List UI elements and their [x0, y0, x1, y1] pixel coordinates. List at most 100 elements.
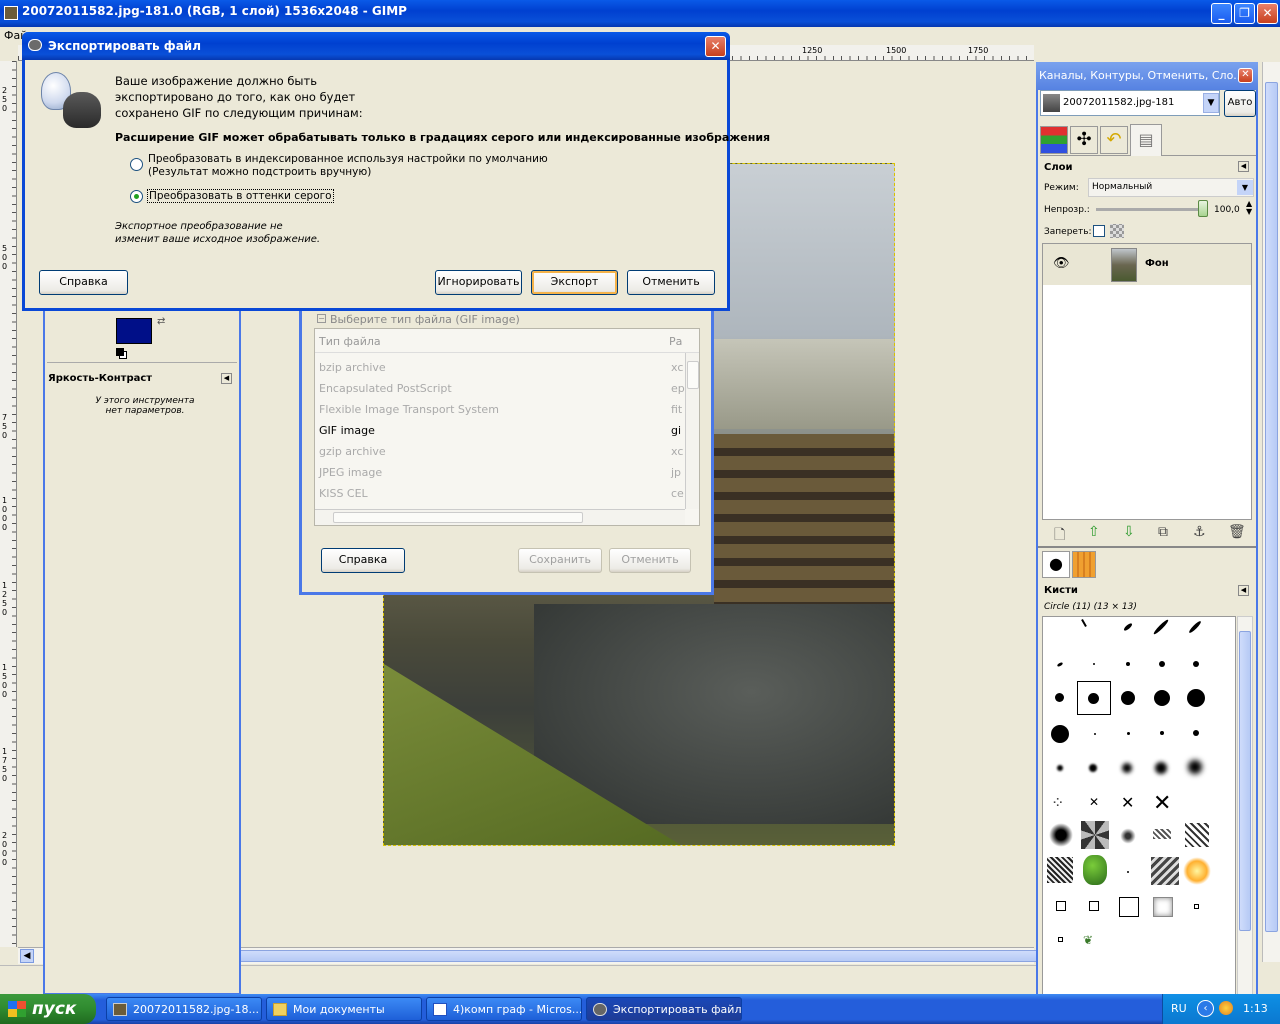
brushes-vscrollbar[interactable]: [1237, 616, 1253, 996]
brush-item[interactable]: [1083, 855, 1107, 885]
tab-channels[interactable]: ▤: [1130, 124, 1162, 156]
export-button[interactable]: Экспорт: [531, 270, 618, 295]
brush-item[interactable]: [1049, 823, 1073, 847]
brush-item[interactable]: [1127, 732, 1130, 735]
brush-item[interactable]: [1153, 829, 1171, 839]
brush-item[interactable]: [1089, 764, 1097, 772]
tab-brushes[interactable]: ●: [1042, 551, 1070, 578]
layers-list[interactable]: 👁 Фон: [1042, 243, 1252, 520]
brush-item[interactable]: ✕: [1153, 791, 1171, 816]
brush-item[interactable]: [1058, 937, 1063, 942]
brush-item[interactable]: [1094, 733, 1096, 735]
option-grayscale-radio[interactable]: [130, 190, 143, 203]
option-indexed-radio[interactable]: [130, 158, 143, 171]
brush-item[interactable]: ✕: [1121, 793, 1134, 812]
brush-item[interactable]: [1089, 901, 1099, 911]
taskbar-item-gimp[interactable]: 20072011582.jpg-18...: [106, 997, 262, 1021]
main-vscroll-thumb[interactable]: [1265, 82, 1278, 932]
mode-select[interactable]: Нормальный ▼: [1088, 178, 1254, 197]
eye-icon[interactable]: 👁: [1053, 256, 1070, 271]
list-vscroll-thumb[interactable]: [687, 361, 699, 389]
tab-undo[interactable]: ↶: [1100, 126, 1128, 154]
brush-item[interactable]: [1056, 661, 1064, 668]
list-item[interactable]: Encapsulated PostScript ep: [319, 382, 685, 395]
duplicate-layer-icon[interactable]: ⧉: [1158, 524, 1168, 540]
option-indexed-label[interactable]: Преобразовать в индексированное использу…: [148, 153, 548, 179]
option-grayscale-label[interactable]: Преобразовать в оттенки серого: [147, 189, 334, 203]
lock-pixels-checkbox[interactable]: [1093, 225, 1105, 237]
brush-item[interactable]: [1187, 689, 1205, 707]
default-colors-icon[interactable]: [116, 348, 124, 356]
anchor-layer-icon[interactable]: ⚓: [1193, 524, 1206, 540]
opacity-slider[interactable]: [1096, 208, 1204, 211]
fg-color-swatch[interactable]: [116, 318, 152, 344]
brush-item[interactable]: [1188, 760, 1202, 774]
brush-item[interactable]: [1160, 731, 1164, 735]
list-item[interactable]: gzip archive xc: [319, 445, 683, 458]
export-close-icon[interactable]: ✕: [705, 36, 726, 57]
brush-item[interactable]: [1051, 725, 1069, 743]
save-button[interactable]: Сохранить: [518, 548, 602, 573]
tray-arrow-icon[interactable]: ‹: [1197, 1000, 1214, 1017]
brush-item[interactable]: [1088, 693, 1099, 704]
filetype-expander-icon[interactable]: −: [317, 314, 326, 323]
clock[interactable]: 1:13: [1243, 1002, 1268, 1015]
brush-item[interactable]: [1121, 691, 1135, 705]
brush-item[interactable]: [1154, 690, 1170, 706]
chevron-down-icon[interactable]: ▼: [1237, 180, 1253, 195]
list-item[interactable]: JPEG image jp: [319, 466, 681, 479]
list-hscrollbar[interactable]: [315, 509, 685, 525]
list-item[interactable]: Flexible Image Transport System fit: [319, 403, 682, 416]
taskbar-item-documents[interactable]: Мои документы: [266, 997, 422, 1021]
list-header[interactable]: Тип файла Ра: [315, 329, 699, 353]
scroll-left-icon[interactable]: ◀: [20, 949, 34, 963]
scroll-thumb[interactable]: [238, 950, 1038, 962]
brush-item[interactable]: [1122, 763, 1132, 773]
image-selector[interactable]: 20072011582.jpg-181 ▼: [1040, 90, 1220, 116]
layers-menu-icon[interactable]: ◀: [1238, 161, 1249, 172]
delete-layer-icon[interactable]: 🗑: [1228, 524, 1246, 540]
brush-item[interactable]: [1187, 619, 1203, 635]
lower-layer-icon[interactable]: ⇩: [1123, 524, 1135, 540]
auto-button[interactable]: Авто: [1224, 90, 1256, 117]
save-cancel-button[interactable]: Отменить: [609, 548, 691, 573]
dock-title-bar[interactable]: Каналы, Контуры, Отменить, Сло... ✕: [1036, 62, 1258, 90]
network-icon[interactable]: [1219, 1001, 1233, 1015]
brush-item[interactable]: [1153, 897, 1173, 917]
list-item[interactable]: KISS CEL ce: [319, 487, 684, 500]
lock-alpha-icon[interactable]: [1110, 224, 1124, 238]
start-button[interactable]: пуск: [0, 994, 96, 1024]
swap-colors-icon[interactable]: ⇄: [157, 316, 165, 327]
taskbar-item-export[interactable]: Экспортировать файл: [586, 997, 742, 1021]
new-layer-icon[interactable]: 🗋: [1054, 524, 1065, 548]
save-help-button[interactable]: Справка: [321, 548, 405, 573]
chevron-down-icon[interactable]: ▼: [1203, 93, 1219, 113]
brush-item[interactable]: [1093, 663, 1095, 665]
brush-item[interactable]: [1194, 904, 1199, 909]
main-vscrollbar[interactable]: [1262, 62, 1280, 962]
brush-item[interactable]: [1119, 897, 1139, 917]
brushes-grid[interactable]: ⁘ ✕ ✕ ✕ ❦: [1042, 616, 1236, 996]
tab-paths[interactable]: ✣: [1070, 126, 1098, 154]
brush-item[interactable]: [1185, 823, 1209, 847]
brush-item[interactable]: [1155, 762, 1167, 774]
brush-item[interactable]: [1057, 765, 1063, 771]
brush-item[interactable]: [1055, 693, 1064, 702]
brush-item[interactable]: [1056, 901, 1066, 911]
list-vscrollbar[interactable]: [685, 353, 699, 509]
taskbar-item-word[interactable]: 4)комп граф - Micros...: [426, 997, 582, 1021]
filetype-expander[interactable]: Выберите тип файла (GIF image): [330, 313, 520, 326]
brush-item[interactable]: [1151, 857, 1179, 885]
list-hscroll-thumb[interactable]: [333, 512, 583, 523]
brush-item[interactable]: [1047, 857, 1073, 883]
raise-layer-icon[interactable]: ⇧: [1088, 524, 1100, 540]
brush-item[interactable]: ❦: [1083, 933, 1093, 947]
filetype-list[interactable]: Тип файла Ра bzip archive xc Encapsulated…: [314, 328, 700, 526]
ignore-button[interactable]: Игнорировать: [435, 270, 522, 295]
brush-item[interactable]: [1159, 661, 1165, 667]
brushes-vscroll-thumb[interactable]: [1239, 631, 1251, 931]
language-indicator[interactable]: RU: [1171, 1002, 1187, 1015]
export-cancel-button[interactable]: Отменить: [627, 270, 715, 295]
brush-item[interactable]: [1152, 618, 1170, 636]
brush-item[interactable]: [1193, 661, 1199, 667]
